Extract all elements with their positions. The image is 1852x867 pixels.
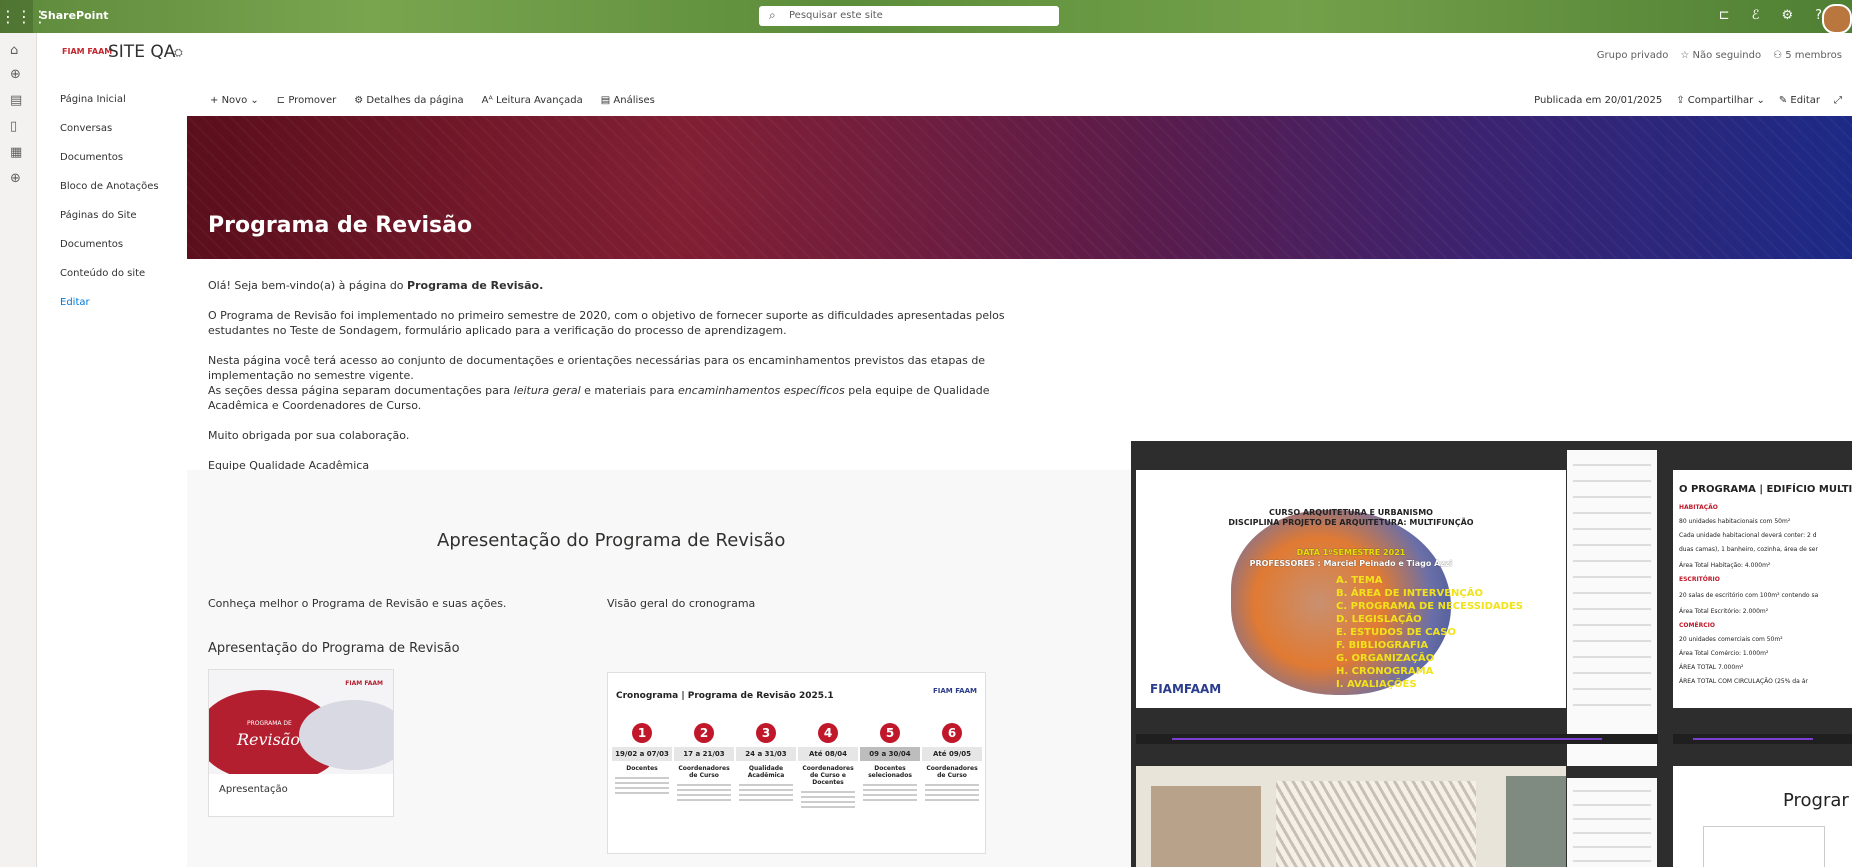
document-card[interactable]: FIAM FAAM PROGRAMA DE Revisão Apresentaç… [208,669,394,817]
app-launcher-icon[interactable]: ⋮⋮⋮ [0,0,48,33]
schedule-step: 5 09 a 30/04 Docentes selecionados [860,723,920,811]
column-1-heading: Apresentação do Programa de Revisão [208,641,460,656]
intro-paragraph-4: Muito obrigada por sua colaboração. [208,429,410,442]
list-icon[interactable]: ▦ [10,145,22,160]
left-rail: ⌂ ⊕ ▤ ▯ ▦ ⊕ [0,33,37,867]
news-icon[interactable]: ▤ [10,93,22,108]
intro-paragraph-3: Nesta página você terá acesso ao conjunt… [208,354,990,412]
nav-edit-link[interactable]: Editar [60,293,180,322]
sharepoint-brand[interactable]: SharePoint [40,9,109,22]
megaphone-icon: ⊏ [276,95,289,106]
column-2-text: Visão geral do cronograma [607,597,756,610]
expand-icon[interactable]: ⤢ [1834,95,1842,106]
thumbnail-big-text: Revisão [237,730,301,749]
site-title[interactable]: SITE QA [108,42,175,62]
schedule-step: 4 Até 08/04 Coordenadores de Curso e Docen… [798,723,858,811]
members-button[interactable]: ⚇ 5 membros [1773,50,1842,61]
privacy-label: Grupo privado [1596,50,1669,61]
plus-icon: + [210,95,222,106]
schedule-image[interactable]: Cronograma | Programa de Revisão 2025.1 … [607,672,986,854]
follow-button[interactable]: ☆ Não seguindo [1680,50,1761,61]
schedule-title: Cronograma | Programa de Revisão 2025.1 [616,691,834,701]
new-button[interactable]: + Novo ⌄ [210,95,259,106]
nav-item-home[interactable]: Página Inicial [60,90,180,119]
schedule-step: 6 Até 09/05 Coordenadores de Curso [922,723,982,811]
schedule-step: 2 17 a 21/03 Coordenadores de Curso [674,723,734,811]
reader-icon: Aᴬ [481,95,496,106]
progress-bar[interactable] [1172,738,1602,740]
pencil-icon: ✎ [1778,95,1791,106]
chevron-down-icon: ⌄ [1753,95,1765,106]
progress-bar[interactable] [1693,738,1813,740]
intro-text: Olá! Seja bem-vindo(a) à página do Progr… [208,278,1008,488]
nav-item-conversations[interactable]: Conversas [60,119,180,148]
globe-icon[interactable]: ⊕ [10,67,21,82]
column-1-text: Conheça melhor o Programa de Revisão e s… [208,597,507,610]
nav-item-documents[interactable]: Documentos [60,148,180,177]
home-icon[interactable]: ⌂ [10,43,18,58]
video-controls-2[interactable] [1673,734,1852,744]
site-logo[interactable]: FIAM FAAM [62,47,112,56]
command-bar-right: Publicada em 20/01/2025 ⇪ Compartilhar ⌄… [1534,95,1842,106]
page-title: Programa de Revisão [208,213,473,238]
nav-item-site-pages[interactable]: Páginas do Site [60,206,180,235]
help-icon[interactable]: ? [1815,8,1822,23]
page-details-button[interactable]: ⚙ Detalhes da página [354,95,463,106]
schedule-step: 3 24 a 31/03 Qualidade Acadêmica [736,723,796,811]
video-side-list[interactable] [1567,450,1657,766]
thumbnail-small-text: PROGRAMA DE [247,720,292,727]
nav-item-documents-2[interactable]: Documentos [60,235,180,264]
card-caption[interactable]: Apresentação [219,784,288,795]
schedule-logo: FIAM FAAM [933,687,977,695]
site-navigation: Página Inicial Conversas Documentos Bloc… [60,90,180,322]
share-icon: ⇪ [1676,95,1688,106]
promote-button[interactable]: ⊏ Promover [277,95,336,106]
suite-bar: ⋮⋮⋮ SharePoint ⌕ Pesquisar este site ⊏ ℰ… [0,0,1852,34]
slide-brand: FIAMFAAM [1150,682,1222,696]
video-side-list-2[interactable] [1567,778,1657,867]
analytics-button[interactable]: ▤ Análises [601,95,655,106]
people-icon: ⚇ [1773,50,1786,61]
section-title: Apresentação do Programa de Revisão [437,530,786,551]
nav-item-site-contents[interactable]: Conteúdo do site [60,264,180,293]
video-slide-4[interactable]: Prograr [1673,766,1852,867]
edit-button[interactable]: ✎ Editar [1779,95,1820,106]
thumbnail-logo: FIAM FAAM [345,680,383,687]
video-controls-1[interactable] [1136,734,1658,744]
nav-item-notebook[interactable]: Bloco de Anotações [60,177,180,206]
video-slide-2[interactable]: O PROGRAMA | EDIFÍCIO MULTI HABITAÇÃO 80… [1673,470,1852,708]
published-date: Publicada em 20/01/2025 [1534,95,1663,106]
suite-actions: ⊏ ℰ ⚙ ? [1719,8,1822,23]
settings-icon[interactable]: ⚙ [1781,8,1793,23]
immersive-reader-button[interactable]: Aᴬ Leitura Avançada [482,95,583,106]
search-placeholder: Pesquisar este site [789,10,883,21]
create-icon[interactable]: ⊕ [10,171,21,186]
chart-icon: ▤ [600,95,614,106]
file-icon[interactable]: ▯ [10,119,17,134]
slide-menu: A. TEMA B. ÁREA DE INTERVENÇÃO C. PROGRA… [1336,575,1524,690]
video-slide-3[interactable] [1136,766,1566,867]
intro-paragraph-1: Olá! Seja bem-vindo(a) à página do Progr… [208,279,544,292]
video-slide-1[interactable]: CURSO ARQUITETURA E URBANISMO DISCIPLINA… [1136,470,1566,708]
language-icon[interactable]: ⛭ [174,46,183,60]
command-bar: + Novo ⌄ ⊏ Promover ⚙ Detalhes da página… [210,95,655,106]
share-icon[interactable]: ℰ [1752,8,1760,23]
gear-icon: ⚙ [354,95,367,106]
intro-paragraph-2: O Programa de Revisão foi implementado n… [208,309,1005,337]
search-icon: ⌕ [769,8,776,22]
feedback-icon[interactable]: ⊏ [1719,8,1730,23]
schedule-step: 1 19/02 a 07/03 Docentes [612,723,672,811]
schedule-steps: 1 19/02 a 07/03 Docentes 2 17 a 21/03 Coorde… [612,723,982,811]
site-meta: Grupo privado ☆ Não seguindo ⚇ 5 membros [1597,50,1842,61]
share-button[interactable]: ⇪ Compartilhar ⌄ [1676,95,1765,106]
chevron-down-icon: ⌄ [247,95,259,106]
search-box[interactable]: ⌕ Pesquisar este site [759,6,1059,26]
star-icon: ☆ [1680,50,1693,61]
card-thumbnail: FIAM FAAM PROGRAMA DE Revisão [209,670,393,774]
avatar[interactable] [1822,4,1852,34]
